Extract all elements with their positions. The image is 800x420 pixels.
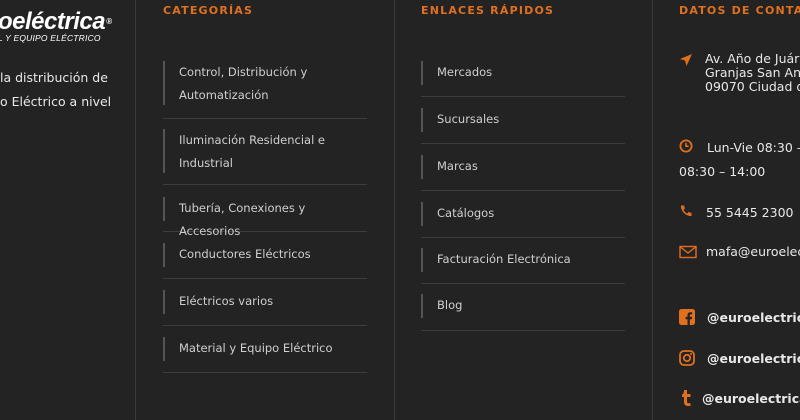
hours-line-2: 08:30 – 14:00 <box>679 164 766 179</box>
envelope-icon <box>679 245 697 262</box>
quick-link-blog[interactable]: Blog <box>437 294 625 317</box>
category-item: Conductores Eléctricos <box>163 232 367 279</box>
logo-text: oeléctrica <box>0 8 106 35</box>
email-link[interactable]: mafa@euroelec <box>706 244 800 259</box>
quick-link-marcas[interactable]: Marcas <box>437 155 625 178</box>
quick-links-column: ENLACES RÁPIDOS Mercados Sucursales Marc… <box>421 0 625 420</box>
quick-link-item: Mercados <box>421 50 625 97</box>
tumblr-icon[interactable] <box>679 389 693 410</box>
tumblr-handle[interactable]: @euroelectrica <box>702 391 800 406</box>
categories-heading: CATEGORÍAS <box>163 4 254 17</box>
brand-description: la distribución de o Eléctrico a nivel <box>0 70 112 109</box>
category-item: Tubería, Conexiones y Accesorios <box>163 185 367 238</box>
instagram-icon[interactable] <box>679 350 695 369</box>
column-divider <box>652 0 653 420</box>
category-item: Control, Distribución y Automatización <box>163 51 367 119</box>
clock-icon <box>679 139 693 156</box>
quick-link-item: Marcas <box>421 144 625 191</box>
brand-column: oeléctrica® L Y EQUIPO ELÉCTRICO la dist… <box>0 0 134 420</box>
location-arrow-icon <box>679 53 693 70</box>
category-link-varios[interactable]: Eléctricos varios <box>179 290 367 313</box>
address-line-3: 09070 Ciudad d <box>705 79 800 94</box>
logo-tagline: L Y EQUIPO ELÉCTRICO <box>0 33 101 43</box>
category-item: Eléctricos varios <box>163 279 367 326</box>
column-divider <box>135 0 136 420</box>
category-item: Iluminación Residencial e Industrial <box>163 119 367 185</box>
category-item: Material y Equipo Eléctrico <box>163 326 367 373</box>
category-link-iluminacion[interactable]: Iluminación Residencial e Industrial <box>179 129 367 174</box>
quick-link-facturacion[interactable]: Facturación Electrónica <box>437 248 625 271</box>
contact-column: DATOS DE CONTACTO Av. Año de Juár Granja… <box>679 0 800 420</box>
contact-heading: DATOS DE CONTACTO <box>679 4 800 17</box>
category-link-conductores[interactable]: Conductores Eléctricos <box>179 243 367 266</box>
quick-link-item: Blog <box>421 284 625 331</box>
quick-link-item: Catálogos <box>421 191 625 238</box>
facebook-handle[interactable]: @euroelectrica <box>707 310 800 325</box>
phone-link[interactable]: 55 5445 2300 <box>706 205 793 220</box>
quick-link-item: Sucursales <box>421 97 625 144</box>
instagram-handle[interactable]: @euroelectrica <box>707 351 800 366</box>
quick-link-catalogos[interactable]: Catálogos <box>437 202 625 225</box>
category-link-control[interactable]: Control, Distribución y Automatización <box>179 61 367 106</box>
column-divider <box>394 0 395 420</box>
quick-links-heading: ENLACES RÁPIDOS <box>421 4 555 17</box>
quick-link-sucursales[interactable]: Sucursales <box>437 108 625 131</box>
address-line-2: Granjas San An <box>705 65 800 80</box>
phone-icon <box>679 204 693 221</box>
logo-registered-mark: ® <box>106 17 112 26</box>
quick-link-item: Facturación Electrónica <box>421 238 625 284</box>
address-line-1: Av. Año de Juár <box>705 51 800 66</box>
facebook-icon[interactable] <box>679 309 695 328</box>
brand-logo[interactable]: oeléctrica® L Y EQUIPO ELÉCTRICO <box>0 8 112 44</box>
quick-link-mercados[interactable]: Mercados <box>437 61 625 84</box>
categories-column: CATEGORÍAS Control, Distribución y Autom… <box>163 0 367 420</box>
hours-line-1: Lun-Vie 08:30 – <box>707 140 800 155</box>
category-link-material[interactable]: Material y Equipo Eléctrico <box>179 337 367 360</box>
